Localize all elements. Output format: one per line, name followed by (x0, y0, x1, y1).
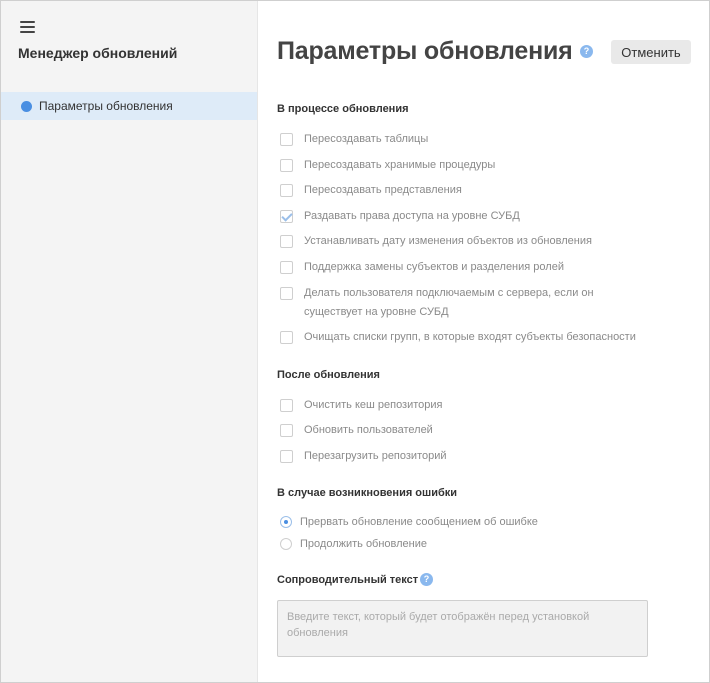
checkbox-label: Делать пользователя подключаемым с серве… (304, 287, 594, 318)
checkbox-row[interactable]: Пересоздавать хранимые процедуры (280, 159, 644, 172)
checkbox-row[interactable]: Делать пользователя подключаемым с серве… (280, 287, 639, 322)
checkbox-label: Очищать списки групп, в которые входят с… (304, 331, 636, 343)
checkbox-row[interactable]: Пересоздавать представления (280, 184, 644, 197)
checkbox-label: Перезагрузить репозиторий (304, 450, 447, 462)
checkbox[interactable] (280, 424, 293, 437)
sidebar: Менеджер обновлений Параметры обновления (1, 1, 258, 682)
hamburger-icon[interactable] (20, 21, 35, 33)
radio-label: Продолжить обновление (300, 538, 428, 550)
checkbox[interactable] (280, 133, 293, 146)
checkbox[interactable] (280, 331, 293, 344)
section-title-during: В процессе обновления (277, 103, 409, 115)
page-title: Параметры обновления (277, 37, 573, 65)
section-title-accompanying: Сопроводительный текст (277, 574, 419, 586)
checkbox[interactable] (280, 287, 293, 300)
checkbox-row[interactable]: Устанавливать дату изменения объектов из… (280, 235, 644, 248)
checkbox-row[interactable]: Пересоздавать таблицы (280, 133, 644, 146)
checkbox-checked[interactable] (280, 210, 293, 223)
checkbox-label: Пересоздавать таблицы (304, 133, 429, 145)
question-circle-icon[interactable]: ? (580, 45, 593, 58)
radio-selected[interactable] (280, 516, 292, 528)
checkbox-row[interactable]: Раздавать права доступа на уровне СУБД (280, 210, 644, 223)
checkbox[interactable] (280, 261, 293, 274)
checkbox-row[interactable]: Очищать списки групп, в которые входят с… (280, 331, 664, 344)
radio-label: Прервать обновление сообщением об ошибке (300, 516, 538, 528)
checkbox-label: Устанавливать дату изменения объектов из… (304, 235, 592, 247)
app-window: Менеджер обновлений Параметры обновления… (0, 0, 710, 683)
accompanying-text-input[interactable] (277, 600, 648, 657)
checkbox-row[interactable]: Обновить пользователей (280, 424, 644, 437)
sidebar-title: Менеджер обновлений (18, 45, 178, 61)
checkbox-label: Поддержка замены субъектов и разделения … (304, 261, 564, 273)
checkbox-label: Обновить пользователей (304, 424, 433, 436)
checkbox-row[interactable]: Перезагрузить репозиторий (280, 450, 644, 463)
checkbox[interactable] (280, 450, 293, 463)
checkbox[interactable] (280, 184, 293, 197)
dot-icon (21, 100, 32, 112)
checkbox[interactable] (280, 159, 293, 172)
sidebar-item-update-params[interactable]: Параметры обновления (1, 92, 257, 120)
radio-row[interactable]: Продолжить обновление (280, 538, 427, 550)
sidebar-item-label: Параметры обновления (39, 99, 173, 113)
checkbox[interactable] (280, 235, 293, 248)
radio[interactable] (280, 538, 292, 550)
section-title-on-error: В случае возникновения ошибки (277, 487, 458, 499)
radio-row[interactable]: Прервать обновление сообщением об ошибке (280, 516, 538, 528)
checkbox-row[interactable]: Очистить кеш репозитория (280, 399, 644, 412)
checkbox-label: Пересоздавать хранимые процедуры (304, 159, 496, 171)
checkbox[interactable] (280, 399, 293, 412)
section-title-after: После обновления (277, 369, 380, 381)
cancel-button[interactable]: Отменить (611, 40, 691, 64)
question-circle-icon[interactable]: ? (420, 573, 433, 586)
checkbox-row[interactable]: Поддержка замены субъектов и разделения … (280, 261, 644, 274)
main-content: Параметры обновления ? Отменить В процес… (258, 1, 709, 682)
checkbox-label: Пересоздавать представления (304, 184, 462, 196)
checkbox-label: Очистить кеш репозитория (304, 399, 443, 411)
checkbox-label: Раздавать права доступа на уровне СУБД (304, 210, 520, 222)
